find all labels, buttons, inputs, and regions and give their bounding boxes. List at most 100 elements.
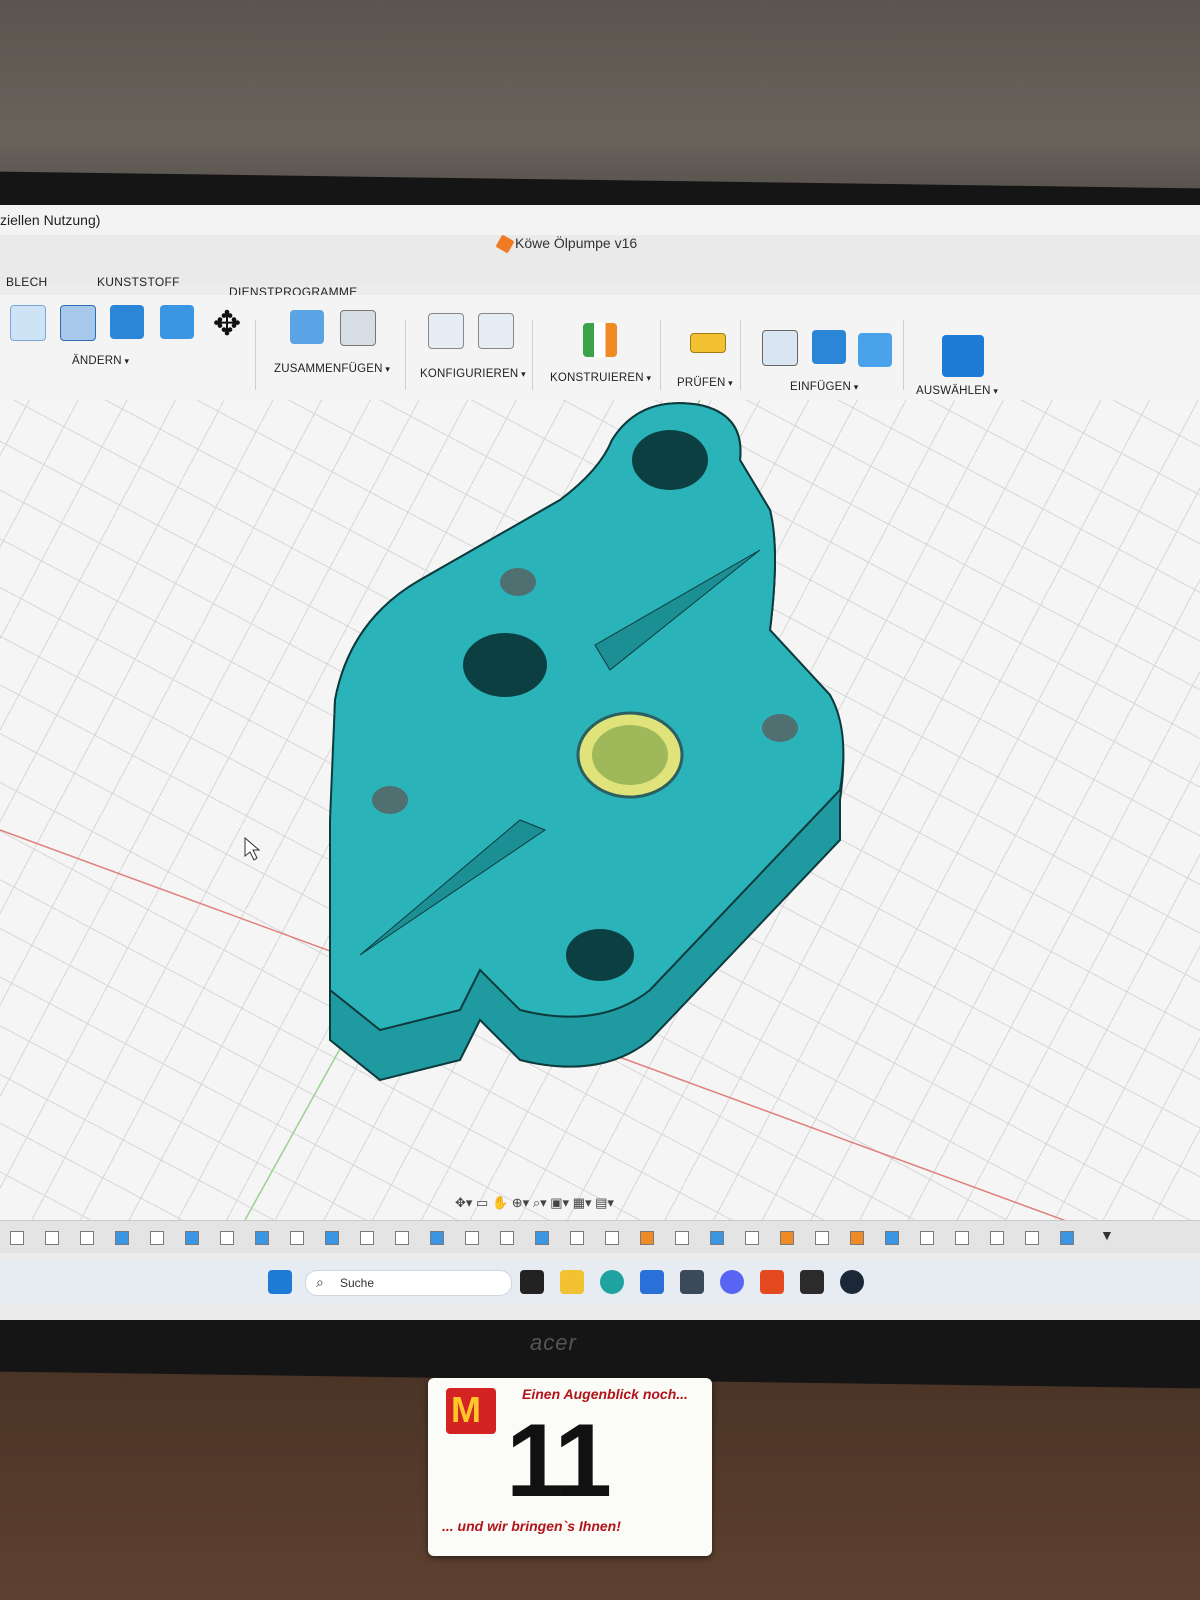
timeline-feature[interactable] [325, 1231, 339, 1245]
timeline-feature[interactable] [675, 1231, 689, 1245]
move-icon[interactable]: ✥ [210, 307, 244, 341]
pcb-app-icon[interactable] [800, 1270, 824, 1294]
new-component-icon[interactable] [290, 310, 324, 344]
timeline-feature[interactable] [640, 1231, 654, 1245]
press-pull-icon[interactable] [10, 305, 46, 341]
insert-mcmaster-icon[interactable] [812, 330, 846, 364]
design-timeline[interactable]: ▼ [0, 1220, 1200, 1253]
search-icon: ⌕ [316, 1274, 324, 1290]
timeline-feature[interactable] [150, 1231, 164, 1245]
tab-kunststoff[interactable]: KUNSTSTOFF [97, 275, 180, 289]
window-titlebar: ziellen Nutzung) [0, 205, 1200, 236]
timeline-feature[interactable] [500, 1231, 514, 1245]
toolbar-group-label[interactable]: EINFÜGEN [790, 381, 858, 393]
toolbar-separator [740, 320, 741, 390]
shell-icon[interactable] [60, 305, 96, 341]
discord-icon[interactable] [720, 1270, 744, 1294]
monitor-brand-logo: acer [530, 1330, 577, 1355]
card-bottom-text: ... und wir bringen`s Ihnen! [442, 1518, 621, 1534]
timeline-feature[interactable] [1025, 1231, 1039, 1245]
timeline-feature[interactable] [605, 1231, 619, 1245]
toolbar-separator [660, 320, 661, 390]
toolbar-group-label[interactable]: KONFIGURIEREN [420, 368, 526, 380]
timeline-feature[interactable] [535, 1231, 549, 1245]
oil-pump-body[interactable] [329, 402, 845, 1082]
insert-canvas-icon[interactable] [858, 333, 892, 367]
combine-icon[interactable] [110, 305, 144, 339]
timeline-feature[interactable] [220, 1231, 234, 1245]
order-number: 11 [506, 1403, 612, 1519]
grid-settings-icon[interactable]: ▦▾ [573, 1195, 592, 1210]
tab-blech[interactable]: BLECH [6, 275, 48, 289]
model-viewport[interactable] [0, 399, 1200, 1271]
offset-plane-icon[interactable] [583, 323, 617, 357]
order-number-card: M Einen Augenblick noch... 11 ... und wi… [428, 1378, 712, 1556]
steam-icon[interactable] [840, 1270, 864, 1294]
joint-icon[interactable] [340, 310, 376, 346]
toolbar-separator [532, 320, 533, 390]
toolbar-separator [903, 320, 904, 390]
calculator-icon[interactable] [680, 1270, 704, 1294]
file-explorer-icon[interactable] [560, 1270, 584, 1294]
toolbar-group-label[interactable]: KONSTRUIEREN [550, 372, 651, 384]
fit-icon[interactable]: ⌕▾ [533, 1195, 547, 1210]
timeline-feature[interactable] [465, 1231, 479, 1245]
timeline-feature[interactable] [430, 1231, 444, 1245]
orbit-icon[interactable]: ✥▾ [455, 1195, 472, 1210]
timeline-feature[interactable] [80, 1231, 94, 1245]
timeline-feature[interactable] [10, 1231, 24, 1245]
display-settings-icon[interactable]: ▣▾ [550, 1195, 569, 1210]
timeline-marker-icon[interactable]: ▼ [1100, 1227, 1114, 1243]
timeline-feature[interactable] [990, 1231, 1004, 1245]
offset-face-icon[interactable] [160, 305, 194, 339]
zoom-icon[interactable]: ⊕▾ [512, 1195, 529, 1210]
search-placeholder: Suche [340, 1276, 375, 1290]
timeline-feature[interactable] [1060, 1231, 1074, 1245]
fusion-app-icon[interactable] [760, 1270, 784, 1294]
windows-start-icon[interactable] [268, 1270, 292, 1294]
toolbar-group-label[interactable]: AUSWÄHLEN [916, 385, 998, 397]
timeline-feature[interactable] [255, 1231, 269, 1245]
workspace-tabs: BLECH KUNSTSTOFF DIENSTPROGRAMME [0, 275, 1200, 299]
measure-icon[interactable] [690, 333, 726, 353]
mcdonalds-logo-icon: M [446, 1388, 496, 1434]
insert-derive-icon[interactable] [762, 330, 798, 366]
taskbar-search[interactable]: ⌕ Suche [305, 1270, 512, 1296]
timeline-feature[interactable] [185, 1231, 199, 1245]
timeline-feature[interactable] [360, 1231, 374, 1245]
timeline-feature[interactable] [955, 1231, 969, 1245]
toolbar-separator [405, 320, 406, 390]
timeline-feature[interactable] [395, 1231, 409, 1245]
timeline-feature[interactable] [815, 1231, 829, 1245]
timeline-feature[interactable] [745, 1231, 759, 1245]
timeline-feature[interactable] [710, 1231, 724, 1245]
toolbar-group-label[interactable]: ZUSAMMENFÜGEN [274, 363, 390, 375]
select-icon[interactable] [942, 335, 984, 377]
timeline-feature[interactable] [780, 1231, 794, 1245]
toolbar-group-label[interactable]: ÄNDERN [72, 355, 129, 367]
timeline-feature[interactable] [885, 1231, 899, 1245]
toolbar-separator [255, 320, 256, 390]
window-title: ziellen Nutzung) [0, 212, 101, 228]
screen: ziellen Nutzung) Köwe Ölpumpe v16 BLECH … [0, 205, 1200, 1320]
configure-table-icon[interactable] [478, 313, 514, 349]
timeline-feature[interactable] [850, 1231, 864, 1245]
timeline-feature[interactable] [290, 1231, 304, 1245]
toolbar-group-label[interactable]: PRÜFEN [677, 377, 733, 389]
windows-taskbar: ⌕ Suche [0, 1260, 1200, 1305]
timeline-feature[interactable] [115, 1231, 129, 1245]
timeline-feature[interactable] [45, 1231, 59, 1245]
timeline-feature[interactable] [920, 1231, 934, 1245]
timeline-feature[interactable] [570, 1231, 584, 1245]
viewports-icon[interactable]: ▤▾ [595, 1195, 614, 1210]
edge-browser-icon[interactable] [600, 1270, 624, 1294]
look-at-icon[interactable]: ▭ [476, 1195, 492, 1210]
configure-icon[interactable] [428, 313, 464, 349]
document-title[interactable]: Köwe Ölpumpe v16 [515, 235, 637, 251]
navigation-bar: ✥▾ ▭ ✋ ⊕▾ ⌕▾ ▣▾ ▦▾ ▤▾ [455, 1195, 695, 1217]
card-top-text: Einen Augenblick noch... [522, 1386, 688, 1402]
design-canvas[interactable] [0, 399, 1200, 1271]
task-view-icon[interactable] [520, 1270, 544, 1294]
calendar-app-icon[interactable] [640, 1270, 664, 1294]
pan-icon[interactable]: ✋ [492, 1195, 508, 1210]
